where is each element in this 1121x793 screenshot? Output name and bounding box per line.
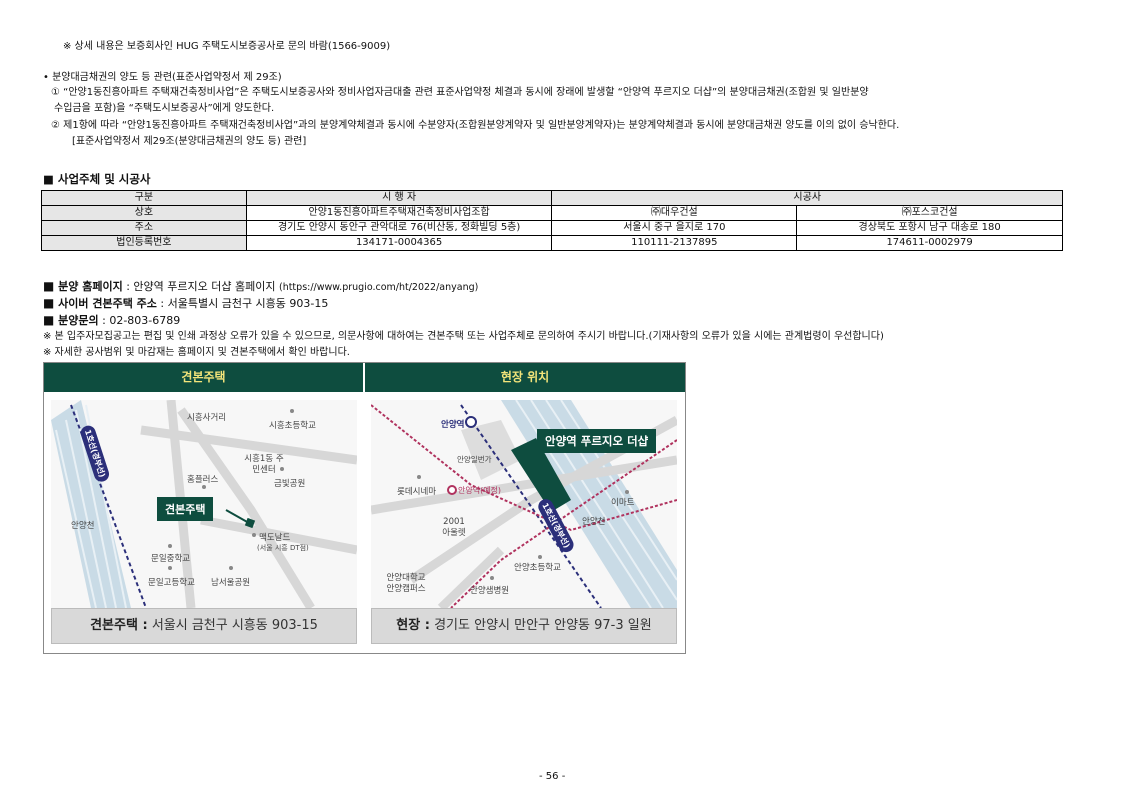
inquiry-label: 분양문의 <box>58 314 99 327</box>
map-right-footer-address: 경기도 안양시 만안구 안양동 97-3 일원 <box>434 618 652 633</box>
cyber-label: 사이버 견본주택 주소 <box>58 297 157 310</box>
page-number: - 56 - <box>539 771 566 782</box>
place-label: 안양초등학교 <box>514 563 561 573</box>
place-label: 홈플러스 <box>187 475 219 485</box>
place-label: 시흥1동 주민센터 <box>244 454 284 475</box>
homepage-label: 분양 홈페이지 <box>58 280 123 293</box>
place-label: 시흥사거리 <box>187 413 227 423</box>
hug-note: ※ 상세 내용은 보증회사인 HUG 주택도시보증공사로 문의 바람(1566-… <box>63 41 391 52</box>
map-left-footer-address: 서울시 금천구 시흥동 903-15 <box>151 618 318 633</box>
place-label: 안양대학교 안양캠퍼스 <box>386 573 426 594</box>
table-row: 상호 안양1동진흥아파트주택재건축정비사업조합 ㈜대우건설 ㈜포스코건설 <box>41 205 1063 221</box>
inquiry-value: : 02-803-6789 <box>102 314 181 327</box>
transfer-item-1b: 수입금을 포함)을 “주택도시보증공사”에게 양도한다. <box>54 103 275 114</box>
place-label: 안양천 <box>71 521 95 531</box>
place-label: 맥도날드 <box>259 533 291 543</box>
table-cell: 상호 <box>41 205 247 221</box>
place-label: 이마트 <box>611 498 635 508</box>
place-label: 2001 아울렛 <box>442 517 466 538</box>
note-1: ※ 본 입주자모집공고는 편집 및 인쇄 과정상 오류가 있을 수 있으므로, … <box>43 331 884 342</box>
place-dot <box>290 409 294 413</box>
table-cell: ㈜포스코건설 <box>796 205 1063 221</box>
place-dot <box>625 490 629 494</box>
table-cell: 110111-2137895 <box>551 235 798 251</box>
map-right-footer: 현장 : 경기도 안양시 만안구 안양동 97-3 일원 <box>371 608 677 644</box>
table-cell: 서울시 중구 을지로 170 <box>551 220 798 236</box>
table-cell: 주소 <box>41 220 247 236</box>
transfer-item-1a: ① “안양1동진흥아파트 주택재건축정비사업”은 주택도시보증공사와 정비사업자… <box>51 87 869 98</box>
business-heading: ■ 사업주체 및 시공사 <box>43 172 151 186</box>
place-dot <box>538 555 542 559</box>
homepage-value: : 안양역 푸르지오 더샵 홈페이지 <box>126 280 276 293</box>
map-left-tag: 견본주택 <box>157 497 214 521</box>
table-cell: 134171-0004365 <box>245 235 553 251</box>
table-cell: 경기도 안양시 동안구 관악대로 76(비산동, 정화빌딩 5층) <box>245 220 553 236</box>
place-dot <box>168 566 172 570</box>
place-label: 문일고등학교 <box>148 578 195 588</box>
place-label: (서울 시흥 DT점) <box>257 544 309 552</box>
place-label: 안양천 <box>582 517 606 527</box>
transfer-item-2b: [표준사업약정서 제29조(분양대금채권의 양도 등) 관련] <box>72 136 307 147</box>
table-header-row: 구분 시 행 자 시공사 <box>41 190 1063 206</box>
homepage-link[interactable]: (https://www.prugio.com/ht/2022/anyang) <box>279 282 478 293</box>
table-cell: 안양1동진흥아파트주택재건축정비사업조합 <box>245 205 553 221</box>
place-dot <box>229 566 233 570</box>
table-header-cell: 시공사 <box>551 190 1063 206</box>
place-dot <box>252 533 256 537</box>
map-left-footer: 견본주택 : 서울시 금천구 시흥동 903-15 <box>51 608 357 644</box>
place-label: 안양역 <box>441 420 465 430</box>
place-label: 남서울공원 <box>211 578 251 588</box>
table-cell: 경상북도 포항시 남구 대송로 180 <box>796 220 1063 236</box>
place-label: 안양샘병원 <box>470 586 510 596</box>
transfer-title: • 분양대금채권의 양도 등 관련(표준사업약정서 제 29조) <box>43 72 282 83</box>
place-dot <box>280 467 284 471</box>
map-right-tag: 안양역 푸르지오 더샵 <box>537 429 657 453</box>
place-dot <box>490 576 494 580</box>
place-dot <box>168 544 172 548</box>
map-left-footer-label: 견본주택 : <box>90 618 148 633</box>
inquiry-line: ■ 분양문의 : 02-803-6789 <box>43 313 181 327</box>
table-header-cell: 구분 <box>41 190 247 206</box>
place-label: 안양역(예정) <box>458 486 502 495</box>
map-right-title: 현장 위치 <box>365 363 685 392</box>
homepage-line: ■ 분양 홈페이지 : 안양역 푸르지오 더샵 홈페이지 (https://ww… <box>43 279 479 293</box>
cyber-line: ■ 사이버 견본주택 주소 : 서울특별시 금천구 시흥동 903-15 <box>43 296 329 310</box>
note-2: ※ 자세한 공사범위 및 마감재는 홈페이지 및 견본주택에서 확인 바랍니다. <box>43 347 350 358</box>
table-header-cell: 시 행 자 <box>245 190 553 206</box>
table-cell: ㈜대우건설 <box>551 205 798 221</box>
cyber-value: : 서울특별시 금천구 시흥동 903-15 <box>160 297 329 310</box>
table-row: 주소 경기도 안양시 동안구 관악대로 76(비산동, 정화빌딩 5층) 서울시… <box>41 220 1063 236</box>
place-dot <box>417 475 421 479</box>
place-label: 시흥초등학교 <box>269 421 316 431</box>
location-maps: 견본주택 현장 위치 1호선(경부선) 견본주택 시흥사거리 시흥초등학교 시흥… <box>43 362 686 654</box>
table-row: 법인등록번호 134171-0004365 110111-2137895 174… <box>41 235 1063 251</box>
place-dot <box>202 485 206 489</box>
map-divider <box>363 363 365 653</box>
business-table: 구분 시 행 자 시공사 상호 안양1동진흥아파트주택재건축정비사업조합 ㈜대우… <box>41 190 1063 251</box>
place-label: 문일중학교 <box>151 554 191 564</box>
place-label: 롯데시네마 <box>397 487 437 497</box>
transfer-item-2a: ② 제1항에 따라 “안양1동진흥아파트 주택재건축정비사업”과의 분양계약체결… <box>51 120 900 131</box>
table-cell: 법인등록번호 <box>41 235 247 251</box>
place-label: 금빛공원 <box>274 479 306 489</box>
map-right-footer-label: 현장 : <box>396 618 430 633</box>
map-left-title: 견본주택 <box>44 363 363 392</box>
place-label: 안양일번가 <box>457 455 492 464</box>
table-cell: 174611-0002979 <box>796 235 1063 251</box>
